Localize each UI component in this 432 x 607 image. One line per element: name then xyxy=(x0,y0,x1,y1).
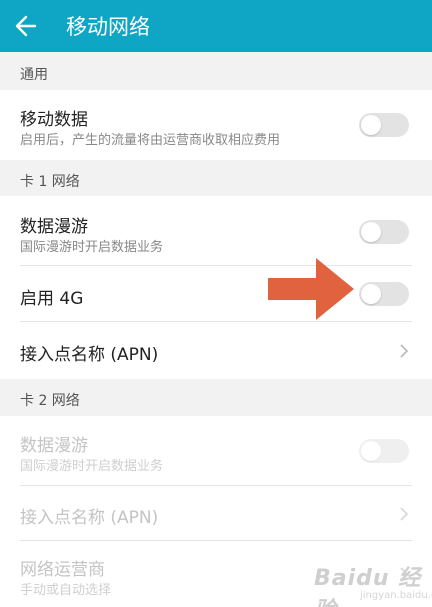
baidu-watermark-url: jingyan.baidu.com xyxy=(360,590,432,601)
enable-4g-row[interactable]: 启用 4G xyxy=(0,266,432,322)
chevron-right-icon xyxy=(400,344,409,358)
card1-apn-label: 接入点名称 (APN) xyxy=(20,345,159,365)
card2-apn-label: 接入点名称 (APN) xyxy=(20,508,159,528)
chevron-right-icon xyxy=(400,507,409,521)
back-button[interactable] xyxy=(0,0,52,52)
section-header-card2: 卡 2 网络 xyxy=(0,379,432,416)
toggle-knob xyxy=(361,222,381,242)
card1-roaming-toggle[interactable] xyxy=(359,220,409,244)
mobile-data-toggle[interactable] xyxy=(359,113,409,137)
back-arrow-icon xyxy=(15,15,37,37)
card2-roaming-label: 数据漫游 xyxy=(20,436,88,456)
right-arrow-icon xyxy=(268,258,354,320)
card2-apn-row: 接入点名称 (APN) xyxy=(0,486,432,541)
toggle-knob xyxy=(361,115,381,135)
card2-roaming-row: 数据漫游 国际漫游时开启数据业务 xyxy=(0,416,432,486)
mobile-data-sub: 启用后，产生的流量将由运营商收取相应费用 xyxy=(20,133,281,148)
enable-4g-toggle[interactable] xyxy=(359,282,409,306)
card2-operator-label: 网络运营商 xyxy=(20,560,105,580)
section-header-card1: 卡 1 网络 xyxy=(0,160,432,196)
page-title: 移动网络 xyxy=(66,15,150,39)
card1-roaming-row[interactable]: 数据漫游 国际漫游时开启数据业务 xyxy=(0,196,432,266)
card1-apn-row[interactable]: 接入点名称 (APN) xyxy=(0,322,432,379)
mobile-data-row[interactable]: 移动数据 启用后，产生的流量将由运营商收取相应费用 xyxy=(0,90,432,160)
card2-roaming-sub: 国际漫游时开启数据业务 xyxy=(20,459,164,474)
mobile-data-label: 移动数据 xyxy=(20,110,88,130)
app-bar: 移动网络 xyxy=(0,0,432,52)
toggle-knob xyxy=(361,284,381,304)
toggle-knob xyxy=(361,441,381,461)
card2-operator-sub: 手动或自动选择 xyxy=(20,583,112,598)
section-header-general: 通用 xyxy=(0,52,432,90)
card1-roaming-sub: 国际漫游时开启数据业务 xyxy=(20,240,164,255)
card2-roaming-toggle xyxy=(359,439,409,463)
card1-roaming-label: 数据漫游 xyxy=(20,217,88,237)
enable-4g-label: 启用 4G xyxy=(20,289,84,309)
